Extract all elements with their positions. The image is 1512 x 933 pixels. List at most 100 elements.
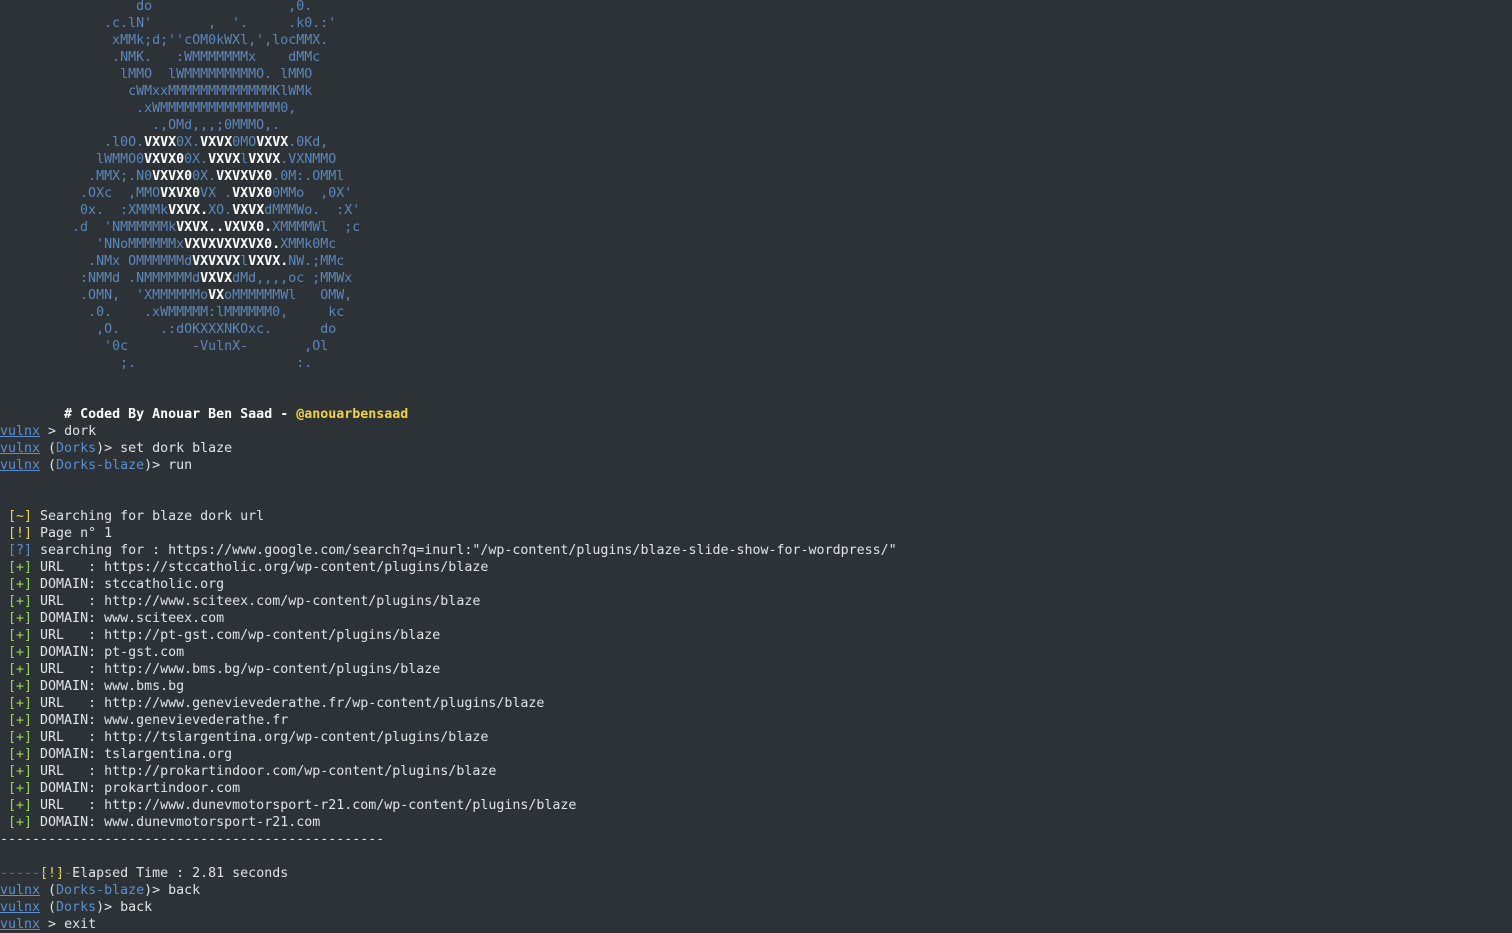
output-text: DOMAIN: stccatholic.org [32, 577, 225, 592]
output-line: [+] URL : http://prokartindoor.com/wp-co… [0, 763, 496, 780]
status-tag: [+] [0, 560, 33, 575]
ascii-art-line: cWMxxMMMMMMMMMMMMMKlWMk [0, 83, 312, 100]
output-line: [+] URL : http://tslargentina.org/wp-con… [0, 729, 488, 746]
command-line: vulnx (Dorks-blaze)> run [0, 457, 192, 474]
status-tag: [+] [0, 577, 33, 592]
ascii-art-segment: .d 'NMMMMMMk [0, 220, 177, 235]
prompt-separator: > [40, 424, 65, 439]
ascii-art-line: ,O. .:dOKXXXNKOxc. do [0, 321, 336, 338]
prompt-name: vulnx [0, 441, 41, 456]
ascii-art-line: 'NNoMMMMMMxVXVXVXVXVX0.XMMk0Mc [0, 236, 336, 253]
ascii-art-segment: .c.lN' , '. .k0.:' [0, 16, 337, 31]
ascii-art-segment: VX [208, 288, 225, 303]
prompt-close: )> [144, 458, 169, 473]
ascii-art-segment: VXVX..VXVX0. [176, 220, 273, 235]
ascii-art-segment: VXVX [256, 135, 289, 150]
output-line: [+] DOMAIN: pt-gst.com [0, 644, 184, 661]
ascii-art-segment: VXVXVX [192, 254, 241, 269]
command-line: vulnx (Dorks-blaze)> back [0, 882, 200, 899]
ascii-art-segment: .VXNMMO [280, 152, 337, 167]
output-text: URL : http://prokartindoor.com/wp-conten… [32, 764, 497, 779]
ascii-art-segment: 0x. :XMMMk [0, 203, 169, 218]
status-tag: [+] [0, 798, 33, 813]
prompt-context: Dorks-blaze [56, 883, 145, 898]
ascii-art-segment: .MMX;.N0 [0, 169, 153, 184]
ascii-art-line: do ,0. [0, 0, 312, 15]
ascii-art-line: .NMx OMMMMMMdVXVXVXlVXVX.NW.;MMc [0, 253, 344, 270]
output-text: URL : http://pt-gst.com/wp-content/plugi… [32, 628, 441, 643]
ascii-art-segment: VXVX0 [144, 152, 185, 167]
output-text: DOMAIN: www.genevievederathe.fr [32, 713, 289, 728]
output-text: URL : http://tslargentina.org/wp-content… [32, 730, 489, 745]
command-text: back [168, 883, 201, 898]
ascii-art-segment: VXVXVX0 [216, 169, 273, 184]
ascii-art-segment: 0MMo ,0X' [272, 186, 353, 201]
ascii-art-segment: lMMO lWMMMMMMMMMO. lMMO [0, 67, 313, 82]
output-text: searching for : https://www.google.com/s… [32, 543, 897, 558]
output-text: URL : http://www.sciteex.com/wp-content/… [32, 594, 481, 609]
output-line: [!] Page n° 1 [0, 525, 112, 542]
command-line: vulnx (Dorks)> set dork blaze [0, 440, 232, 457]
output-line: [+] URL : http://www.sciteex.com/wp-cont… [0, 593, 480, 610]
ascii-art-line: .OXc ,MMOVXVX0VX .VXVX00MMo ,0X' [0, 185, 352, 202]
command-text: back [120, 900, 153, 915]
ascii-art-segment: 'NNoMMMMMMx [0, 237, 185, 252]
ascii-art-segment: .NMx OMMMMMMd [0, 254, 193, 269]
ascii-art-segment: VXVX0 [152, 169, 193, 184]
output-line: [+] DOMAIN: www.bms.bg [0, 678, 184, 695]
ascii-art-segment: 0X. [192, 169, 217, 184]
ascii-art-segment: VXVX0 [232, 186, 273, 201]
status-tag: [+] [0, 815, 33, 830]
command-line: vulnx > exit [0, 916, 96, 933]
ascii-art-segment: 0X. [176, 135, 201, 150]
prompt-separator: ( [40, 900, 57, 915]
ascii-art-segment: VXVX. [168, 203, 209, 218]
author-credit: # Coded By Anouar Ben Saad - [32, 407, 297, 422]
ascii-art-segment: ,O. .:dOKXXXNKOxc. do [0, 322, 337, 337]
output-line: [+] DOMAIN: stccatholic.org [0, 576, 224, 593]
status-tag: [~] [0, 509, 33, 524]
ascii-art-segment: VXVX. [248, 254, 289, 269]
status-tag: [?] [0, 543, 33, 558]
output-line: [+] URL : http://www.genevievederathe.fr… [0, 695, 544, 712]
output-text: DOMAIN: prokartindoor.com [32, 781, 241, 796]
ascii-art-line: xMMk;d;''cOM0kWXl,',locMMX. [0, 32, 328, 49]
terminal-window[interactable]: do ,0. .c.lN' , '. .k0.:' xMMk;d;''cOM0k… [0, 0, 1512, 933]
ascii-art-segment: VXVX [248, 152, 281, 167]
prompt-separator: ( [40, 883, 57, 898]
ascii-art-segment: XMMMMWl ;c [272, 220, 361, 235]
ascii-art-segment: .xWMMMMMMMMMMMMMMM0, [0, 101, 297, 116]
ascii-art-segment: .0. .xWMMMMM:lMMMMMM0, kc [0, 305, 345, 320]
ascii-art-line: .d 'NMMMMMMkVXVX..VXVX0.XMMMMWl ;c [0, 219, 360, 236]
status-tag: [+] [0, 781, 33, 796]
ascii-art-line: .c.lN' , '. .k0.:' [0, 15, 336, 32]
ascii-art-line: .MMX;.N0VXVX00X.VXVXVX0.0M:.OMMl [0, 168, 344, 185]
status-tag: [+] [0, 730, 33, 745]
status-tag: [+] [0, 679, 33, 694]
output-text: URL : http://www.genevievederathe.fr/wp-… [32, 696, 545, 711]
ascii-art-line: '0c -VulnX- ,Ol [0, 338, 328, 355]
status-tag: [!] [0, 526, 33, 541]
ascii-art-line: .,OMd,,,;0MMMO,. [0, 117, 280, 134]
prompt-close: )> [144, 883, 169, 898]
output-line: [+] URL : http://www.bms.bg/wp-content/p… [0, 661, 440, 678]
ascii-art-segment: dMd,,,,oc ;MMWx [232, 271, 353, 286]
ascii-art-line: ;. :. [0, 355, 312, 372]
ascii-art-segment: .l0O. [0, 135, 145, 150]
status-tag: [+] [0, 662, 33, 677]
ascii-art-segment: oMMMMMMWl OMW, [224, 288, 353, 303]
ascii-art-line: lMMO lWMMMMMMMMMO. lMMO [0, 66, 312, 83]
ascii-art-line: .xWMMMMMMMMMMMMMMM0, [0, 100, 296, 117]
prompt-name: vulnx [0, 424, 41, 439]
status-tag: [+] [0, 645, 33, 660]
output-text: DOMAIN: pt-gst.com [32, 645, 185, 660]
ascii-art-segment: .,OMd,,,;0MMMO,. [0, 118, 281, 133]
output-line: [+] DOMAIN: www.dunevmotorsport-r21.com [0, 814, 320, 831]
prompt-context: Dorks-blaze [56, 458, 145, 473]
ascii-art-segment: VXVX [232, 203, 265, 218]
separator-line-short: --------------- [0, 866, 121, 881]
ascii-art-segment: dMMMWo. :X' [264, 203, 361, 218]
ascii-art-segment: lWMMO0 [0, 152, 145, 167]
output-line: [+] URL : http://www.dunevmotorsport-r21… [0, 797, 576, 814]
status-tag: [+] [0, 696, 33, 711]
